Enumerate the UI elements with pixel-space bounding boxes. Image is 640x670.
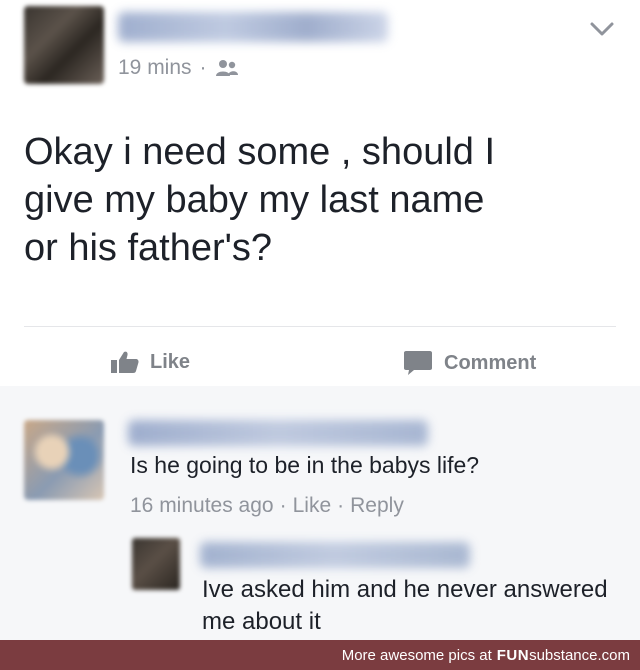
footer-brand-bold: FUN [496,646,530,664]
watermark-footer: More awesome pics at FUNsubstance.com [0,640,640,670]
author-avatar[interactable] [24,6,104,84]
comment-text: Is he going to be in the babys life? [130,452,480,478]
divider [24,326,616,327]
footer-brand-rest: substance [529,646,598,664]
like-label: Like [150,350,191,373]
reply-author-name-blurred[interactable] [200,542,470,568]
thumbs-up-icon [111,351,139,373]
post-meta: 19 mins · [118,56,239,80]
like-button[interactable]: Like [110,350,190,374]
chevron-down-icon[interactable] [588,18,616,40]
post-header: 19 mins · [0,0,640,100]
footer-prefix: More awesome pics at [341,646,492,664]
author-name-blurred[interactable] [118,12,388,42]
meta-separator: · [199,56,207,79]
friends-icon[interactable] [215,58,239,78]
post-timestamp[interactable]: 19 mins [118,56,192,80]
meta-separator: · [337,494,345,517]
footer-suffix: .com [597,646,630,664]
commenter-avatar[interactable] [24,420,104,500]
comment-icon [404,351,432,375]
commenter-name-blurred[interactable] [128,420,428,446]
comment-label: Comment [444,351,537,374]
comment-timestamp[interactable]: 16 minutes ago [130,494,274,518]
comment-reply-link[interactable]: Reply [350,494,404,518]
comment-meta: 16 minutes ago · Like · Reply [130,494,404,518]
footer-brand[interactable]: FUNsubstance.com [497,647,630,664]
comment-like-link[interactable]: Like [293,494,332,518]
reply-avatar[interactable] [132,538,180,590]
comment-button[interactable]: Comment [402,350,536,376]
meta-separator: · [279,494,287,517]
post-text: Okay i need some , should I give my baby… [24,131,496,269]
reply-text: Ive asked him and he never answered me a… [202,576,608,635]
